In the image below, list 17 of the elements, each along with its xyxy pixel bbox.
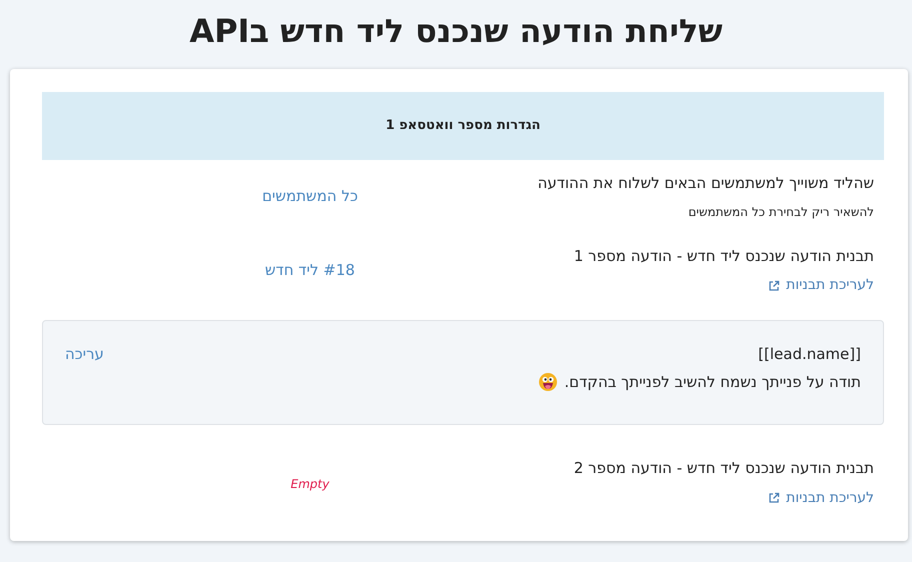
message-text: [[lead.name]] xyxy=(758,344,861,366)
value-link[interactable]: #18 ליד חדש xyxy=(265,261,355,280)
external-link-icon xyxy=(768,280,780,292)
edit-link[interactable]: עריכה xyxy=(65,343,104,366)
grinning-face-icon xyxy=(538,372,558,392)
edit-templates-link[interactable]: לעריכת תבניות xyxy=(768,488,874,509)
page-title: שליחת הודעה שנכנס ליד חדש בAPI xyxy=(188,14,724,50)
field-label: תבנית הודעה שנכנס ליד חדש - הודעה מספר 1 xyxy=(572,246,874,267)
empty-value: Empty xyxy=(290,476,330,491)
edit-templates-link[interactable]: לעריכת תבניות xyxy=(768,275,874,296)
field-label: שהליד משוייך למשתמשים הבאים לשלוח את ההודעה xyxy=(536,173,874,194)
value-link[interactable]: כל המשתמשים xyxy=(262,187,358,206)
field-hint: להשאיר ריק לבחירת כל המשתמשים xyxy=(687,204,874,221)
external-link-icon xyxy=(768,492,780,504)
message-text: תודה על פנייתך נשמח להשיב לפנייתך בהקדם. xyxy=(564,372,861,393)
field-label: תבנית הודעה שנכנס ליד חדש - הודעה מספר 2 xyxy=(572,458,874,480)
section-header: הגדרות מספר וואטסאפ 1 xyxy=(42,92,884,160)
